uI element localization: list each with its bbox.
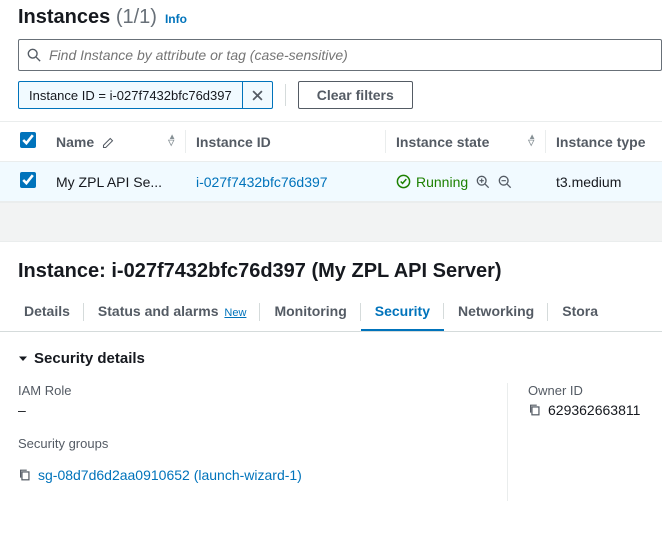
security-details-header[interactable]: Security details [18,350,644,367]
col-checkbox [0,122,46,162]
filter-chip: Instance ID = i-027f7432bfc76d397 [18,81,273,109]
tab-status-label: Status and alarms [98,303,219,319]
caret-down-icon [18,354,28,364]
state-text: Running [416,174,468,190]
col-instance-state[interactable]: Instance state ▲▽ [386,122,546,162]
divider [285,84,286,106]
copy-icon[interactable] [528,403,542,417]
col-type-label: Instance type [556,134,645,150]
col-instance-type[interactable]: Instance type [546,122,662,162]
zoom-out-icon[interactable] [498,175,512,189]
col-id-label: Instance ID [196,134,271,150]
security-group-link[interactable]: sg-08d7d6d2aa0910652 (launch-wizard-1) [38,467,302,483]
col-state-label: Instance state [396,134,489,150]
search-icon [27,48,41,62]
pencil-icon [102,137,114,149]
clear-filters-button[interactable]: Clear filters [298,81,413,109]
owner-id-label: Owner ID [528,383,640,398]
search-input[interactable] [49,47,653,63]
owner-id-value: 629362663811 [548,402,640,418]
page-title: Instances (1/1) [18,6,157,29]
tab-networking[interactable]: Networking [444,293,548,331]
select-all-checkbox[interactable] [20,132,36,148]
info-link[interactable]: Info [165,12,187,26]
filter-chip-text: Instance ID = i-027f7432bfc76d397 [19,88,242,103]
col-instance-id[interactable]: Instance ID [186,122,386,162]
cell-state: Running [396,174,468,190]
copy-icon[interactable] [18,468,32,482]
sort-icon: ▲▽ [168,134,176,146]
iam-role-value: – [18,402,487,418]
detail-title: Instance: i-027f7432bfc76d397 (My ZPL AP… [0,242,662,293]
tab-monitoring[interactable]: Monitoring [260,293,360,331]
sort-icon: ▲▽ [528,134,536,146]
filter-remove-button[interactable] [242,82,272,108]
tab-status[interactable]: Status and alarms New [84,293,261,331]
security-details-title: Security details [34,350,145,367]
panel-divider [0,202,662,242]
cell-type: t3.medium [546,162,662,202]
row-checkbox[interactable] [20,172,36,188]
security-groups-label: Security groups [18,436,487,451]
title-text: Instances [18,6,110,28]
instances-table: Name ▲▽ Instance ID Instance state ▲▽ In… [0,121,662,202]
new-badge: New [224,307,246,319]
col-name[interactable]: Name ▲▽ [46,122,186,162]
iam-role-label: IAM Role [18,383,487,398]
check-circle-icon [396,174,411,189]
instance-count: (1/1) [116,6,157,28]
tab-storage[interactable]: Stora [548,293,612,331]
tab-details[interactable]: Details [10,293,84,331]
tab-security[interactable]: Security [361,293,444,331]
tabs: Details Status and alarms New Monitoring… [0,293,662,332]
table-row[interactable]: My ZPL API Se... i-027f7432bfc76d397 Run… [0,162,662,202]
col-name-label: Name [56,134,94,150]
cell-instance-id[interactable]: i-027f7432bfc76d397 [196,174,328,190]
cell-name: My ZPL API Se... [46,162,186,202]
zoom-in-icon[interactable] [476,175,490,189]
search-input-wrap[interactable] [18,39,662,71]
